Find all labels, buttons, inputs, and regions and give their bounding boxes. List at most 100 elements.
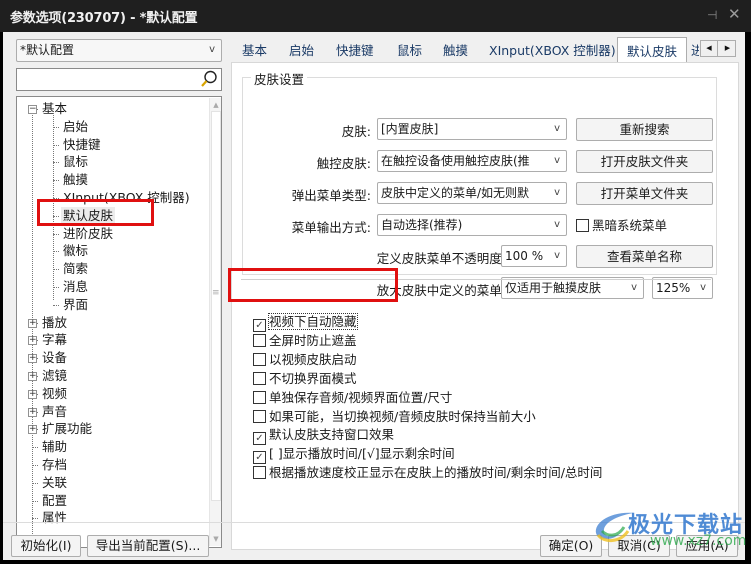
tree-item[interactable]: 扩展功能: [40, 420, 94, 438]
checkbox-box[interactable]: [576, 219, 589, 232]
open-skin-folder-button[interactable]: 打开皮肤文件夹: [576, 150, 713, 173]
tree-item[interactable]: 基本: [40, 100, 69, 118]
tab-0[interactable]: 基本: [242, 40, 267, 59]
skin-select[interactable]: [内置皮肤] v: [377, 118, 567, 140]
tree-item[interactable]: 字幕: [40, 331, 69, 349]
checkmark-icon[interactable]: ✓: [253, 451, 266, 465]
checkmark-icon[interactable]: ✓: [253, 319, 266, 332]
tree-guide-line: [32, 518, 38, 520]
profile-select-value: *默认配置: [20, 43, 75, 57]
tree-item[interactable]: 辅助: [40, 438, 69, 456]
settings-tree[interactable]: ▲ ≡ ▼ − 基本 启始 快捷键 鼠标 触摸 XInput(XBOX 控制器) 默认皮肤 进阶…: [16, 96, 222, 548]
tab-bar: 基本 启始 快捷键 鼠标 触摸 XInput(XBOX 控制器) 默认皮肤进: [235, 36, 743, 63]
open-menu-folder-button[interactable]: 打开菜单文件夹: [576, 182, 713, 205]
option-checkbox[interactable]: ✓[ ]显示播放时间/[√]显示剩余时间: [253, 445, 455, 465]
tree-item[interactable]: 鼠标: [61, 153, 90, 171]
expand-icon[interactable]: +: [28, 354, 37, 364]
tree-item[interactable]: 启始: [61, 118, 90, 136]
checkmark-icon[interactable]: ✓: [253, 432, 266, 446]
tree-item[interactable]: 徽标: [61, 242, 90, 260]
tab-5[interactable]: XInput(XBOX 控制器): [489, 40, 616, 59]
export-config-button[interactable]: 导出当前配置(S)...: [87, 535, 209, 557]
tab-scroll-buttons[interactable]: ◀ ▶: [700, 40, 736, 57]
tab-scroll-left-icon[interactable]: ◀: [701, 41, 718, 56]
option-checkbox[interactable]: 根据播放速度校正显示在皮肤上的播放时间/剩余时间/总时间: [253, 464, 602, 481]
tree-item[interactable]: 快捷键: [61, 136, 103, 154]
scroll-down-icon[interactable]: ▼: [210, 533, 221, 545]
tree-item[interactable]: 滤镜: [40, 367, 69, 385]
ok-button[interactable]: 确定(O): [540, 535, 602, 557]
search-input[interactable]: [16, 68, 222, 91]
menu-opacity-select[interactable]: 100 % v: [501, 245, 567, 267]
tab-scroll-right-icon[interactable]: ▶: [719, 41, 736, 56]
tree-item[interactable]: 触摸: [61, 171, 90, 189]
search-icon[interactable]: [200, 70, 218, 88]
menu-opacity-label: 定义皮肤菜单不透明度:: [376, 251, 506, 266]
tree-item[interactable]: 属性: [40, 509, 69, 527]
tree-guide-line: [53, 233, 59, 235]
collapse-icon[interactable]: −: [28, 105, 37, 114]
option-label: 如果可能，当切换视频/音频皮肤时保持当前大小: [269, 408, 536, 424]
close-icon[interactable]: ✕: [728, 5, 741, 23]
view-menu-names-button[interactable]: 查看菜单名称: [576, 245, 713, 268]
tree-item[interactable]: 消息: [61, 278, 90, 296]
popup-menu-type-select[interactable]: 皮肤中定义的菜单/如无则默 v: [377, 182, 567, 204]
tree-item[interactable]: 界面: [61, 296, 90, 314]
apply-button[interactable]: 应用(A): [676, 535, 738, 557]
cancel-button[interactable]: 取消(C): [608, 535, 670, 557]
scroll-thumb[interactable]: [211, 111, 221, 501]
initialize-button[interactable]: 初始化(I): [11, 535, 81, 557]
dark-system-menu-checkbox[interactable]: 黑暗系统菜单: [576, 217, 667, 234]
expand-icon[interactable]: +: [28, 318, 37, 328]
enlarge-menu-select[interactable]: 仅适用于触摸皮肤 v: [501, 277, 644, 299]
tab-6[interactable]: 默认皮肤: [617, 37, 688, 63]
expand-icon[interactable]: +: [28, 336, 37, 346]
tree-item[interactable]: 关联: [40, 474, 69, 492]
checkbox-box[interactable]: [253, 390, 266, 404]
checkbox-box[interactable]: [253, 409, 266, 423]
skin-label: 皮肤:: [341, 124, 371, 139]
rescan-button[interactable]: 重新搜索: [576, 118, 713, 141]
tree-item[interactable]: 进阶皮肤: [61, 225, 115, 243]
touch-skin-select[interactable]: 在触控设备使用触控皮肤(推 v: [377, 150, 567, 172]
tree-scrollbar[interactable]: ▲ ≡ ▼: [209, 98, 221, 546]
checkbox-box[interactable]: [253, 333, 266, 347]
checkbox-box[interactable]: [253, 466, 266, 480]
option-checkbox[interactable]: 如果可能，当切换视频/音频皮肤时保持当前大小: [253, 408, 536, 425]
tab-3[interactable]: 鼠标: [397, 40, 422, 59]
tree-item[interactable]: 视频: [40, 385, 69, 403]
tab-7[interactable]: 进: [691, 40, 699, 59]
tree-item[interactable]: 默认皮肤: [61, 206, 116, 225]
expand-icon[interactable]: +: [28, 389, 37, 399]
expand-icon[interactable]: +: [28, 372, 37, 381]
option-checkbox[interactable]: ✓ 视频下自动隐藏: [253, 313, 358, 332]
checkbox-box[interactable]: [253, 371, 266, 385]
tree-item[interactable]: XInput(XBOX 控制器): [61, 189, 192, 207]
tree-item[interactable]: 声音: [40, 403, 69, 421]
option-checkbox[interactable]: ✓ 默认皮肤支持窗口效果: [253, 426, 394, 446]
tab-2[interactable]: 快捷键: [336, 40, 374, 59]
profile-select[interactable]: *默认配置 v: [16, 39, 222, 62]
option-checkbox[interactable]: 不切换界面模式: [253, 370, 357, 387]
menu-scale-select[interactable]: 125% v: [652, 277, 713, 299]
expand-icon[interactable]: +: [28, 407, 37, 417]
tree-item[interactable]: 配置: [40, 492, 69, 510]
tab-4[interactable]: 触摸: [443, 40, 468, 59]
option-checkbox[interactable]: 以视频皮肤启动: [253, 351, 357, 368]
expand-icon[interactable]: +: [28, 425, 37, 435]
pin-icon[interactable]: ⊣: [707, 8, 717, 22]
tree-guide-line: [32, 500, 38, 502]
option-checkbox[interactable]: 全屏时防止遮盖: [253, 332, 357, 349]
tree-item[interactable]: 简索: [61, 260, 90, 278]
tab-1[interactable]: 启始: [289, 40, 314, 59]
tree-item[interactable]: 设备: [40, 349, 69, 367]
option-checkbox[interactable]: 单独保存音频/视频界面位置/尺寸: [253, 389, 452, 406]
menu-opacity-select-value: 100 %: [505, 249, 544, 263]
tree-guide-line: [32, 482, 38, 484]
tree-item[interactable]: 存档: [40, 456, 69, 474]
scroll-up-icon[interactable]: ▲: [210, 99, 221, 111]
chevron-down-icon: v: [554, 155, 560, 166]
checkbox-box[interactable]: [253, 352, 266, 366]
tree-item[interactable]: 播放: [40, 314, 69, 332]
menu-output-select[interactable]: 自动选择(推荐) v: [377, 214, 567, 236]
